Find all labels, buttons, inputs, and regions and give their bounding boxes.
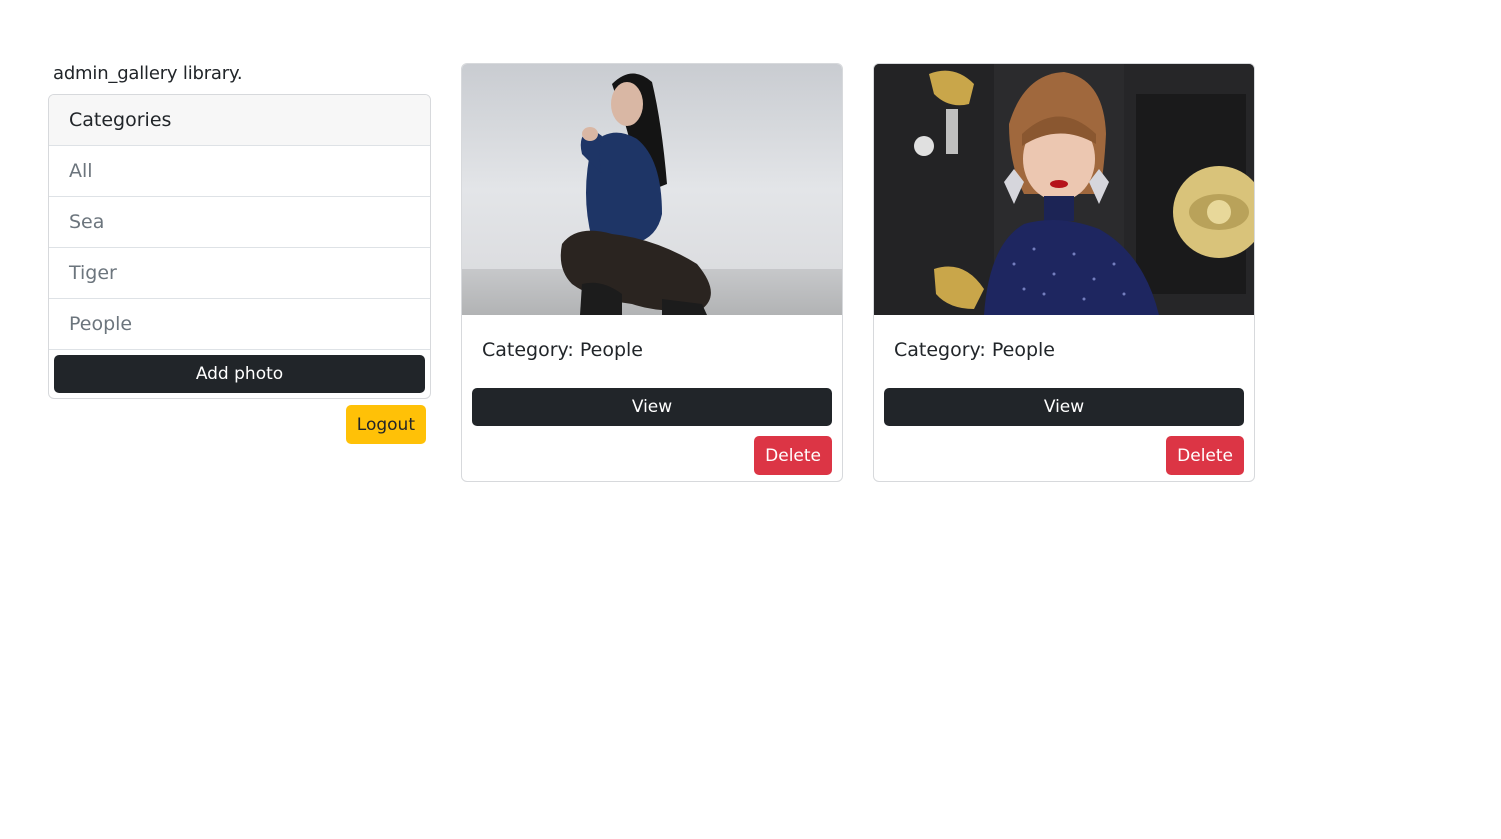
photo-category-text: Category: People bbox=[894, 339, 1055, 361]
view-button[interactable]: View bbox=[884, 388, 1244, 426]
delete-row: Delete bbox=[874, 436, 1254, 475]
photo-image[interactable] bbox=[462, 64, 842, 315]
logout-row: Logout bbox=[48, 405, 431, 444]
photo-category-text: Category: People bbox=[482, 339, 643, 361]
photo-image[interactable] bbox=[874, 64, 1254, 315]
category-item-all[interactable]: All bbox=[49, 146, 430, 197]
logout-button[interactable]: Logout bbox=[345, 405, 426, 444]
categories-card: Categories All Sea Tiger People Add phot… bbox=[48, 94, 431, 399]
add-photo-button[interactable]: Add photo bbox=[54, 355, 425, 393]
photo-woman-crouching bbox=[462, 64, 842, 315]
category-item-sea[interactable]: Sea bbox=[49, 197, 430, 248]
sidebar: admin_gallery library. Categories All Se… bbox=[48, 62, 431, 444]
page: admin_gallery library. Categories All Se… bbox=[0, 0, 1501, 839]
view-button[interactable]: View bbox=[472, 388, 832, 426]
categories-header: Categories bbox=[49, 95, 430, 146]
delete-row: Delete bbox=[462, 436, 842, 475]
photo-card: Category: People View Delete bbox=[461, 63, 843, 482]
delete-button[interactable]: Delete bbox=[754, 436, 832, 475]
photo-card: Category: People View Delete bbox=[873, 63, 1255, 482]
category-item-tiger[interactable]: Tiger bbox=[49, 248, 430, 299]
photo-woman-red-carpet bbox=[874, 64, 1254, 315]
delete-button[interactable]: Delete bbox=[1166, 436, 1244, 475]
greeting-text: admin_gallery library. bbox=[53, 63, 243, 84]
category-item-people[interactable]: People bbox=[49, 299, 430, 350]
